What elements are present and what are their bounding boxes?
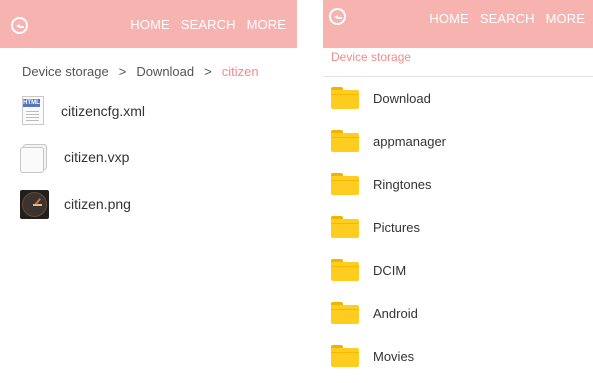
folder-row-pictures[interactable]: Pictures: [331, 212, 420, 242]
folder-name: Android: [373, 305, 418, 321]
file-name: citizen.png: [64, 196, 131, 212]
home-button[interactable]: HOME: [130, 17, 169, 32]
divider: [323, 76, 593, 77]
home-button[interactable]: HOME: [429, 11, 468, 26]
breadcrumb-separator: >: [204, 63, 212, 79]
more-button[interactable]: MORE: [546, 11, 585, 26]
folder-icon: [331, 345, 359, 367]
folder-name: Movies: [373, 348, 415, 364]
folder-row-movies[interactable]: Movies: [331, 341, 414, 371]
more-button[interactable]: MORE: [247, 17, 286, 32]
html-file-icon: HTML: [20, 96, 46, 126]
folder-row-ringtones[interactable]: Ringtones: [331, 169, 432, 199]
folder-name: DCIM: [373, 262, 407, 278]
file-row-citizencfg[interactable]: HTML citizencfg.xml: [20, 96, 145, 126]
back-icon[interactable]: [11, 17, 28, 34]
folder-icon: [331, 87, 359, 109]
folder-icon: [331, 259, 359, 281]
file-name: citizen.vxp: [64, 149, 130, 165]
back-icon[interactable]: [329, 8, 346, 25]
folder-row-appmanager[interactable]: appmanager: [331, 126, 446, 156]
breadcrumb-separator: >: [118, 63, 127, 79]
search-button[interactable]: SEARCH: [181, 17, 236, 32]
file-name: citizencfg.xml: [61, 103, 146, 119]
folder-row-download[interactable]: Download: [331, 83, 431, 113]
file-row-citizen-png[interactable]: citizen.png: [20, 189, 131, 219]
folder-name: Ringtones: [373, 176, 432, 192]
breadcrumb-device-storage[interactable]: Device storage: [22, 64, 109, 79]
breadcrumb-device-storage[interactable]: Device storage: [331, 50, 411, 64]
search-button[interactable]: SEARCH: [480, 11, 535, 26]
file-row-citizen-vxp[interactable]: citizen.vxp: [20, 142, 130, 173]
folder-row-dcim[interactable]: DCIM: [331, 255, 406, 285]
folder-icon: [331, 216, 359, 238]
folder-icon: [331, 302, 359, 324]
folder-name: Download: [373, 90, 431, 106]
top-nav: HOME SEARCH MORE: [130, 0, 297, 48]
top-bar: HOME SEARCH MORE: [323, 0, 593, 51]
folder-row-android[interactable]: Android: [331, 298, 418, 328]
breadcrumb-current[interactable]: citizen: [222, 64, 259, 79]
folder-icon: [331, 173, 359, 195]
folder-name: appmanager: [373, 133, 446, 149]
right-file-browser: HOME SEARCH MORE Device storage Download…: [323, 0, 593, 383]
folder-icon: [331, 130, 359, 152]
breadcrumb-download[interactable]: Download: [136, 64, 194, 79]
folder-name: Pictures: [373, 219, 420, 235]
left-file-browser: HOME SEARCH MORE Device storage > Downlo…: [0, 0, 297, 383]
html-badge: HTML: [23, 99, 40, 107]
breadcrumb: Device storage > Download > citizen: [0, 58, 297, 84]
blank-file-icon: [20, 143, 49, 173]
top-nav: HOME SEARCH MORE: [429, 0, 593, 36]
image-thumbnail-icon: [20, 189, 49, 219]
top-bar: HOME SEARCH MORE: [0, 0, 297, 51]
